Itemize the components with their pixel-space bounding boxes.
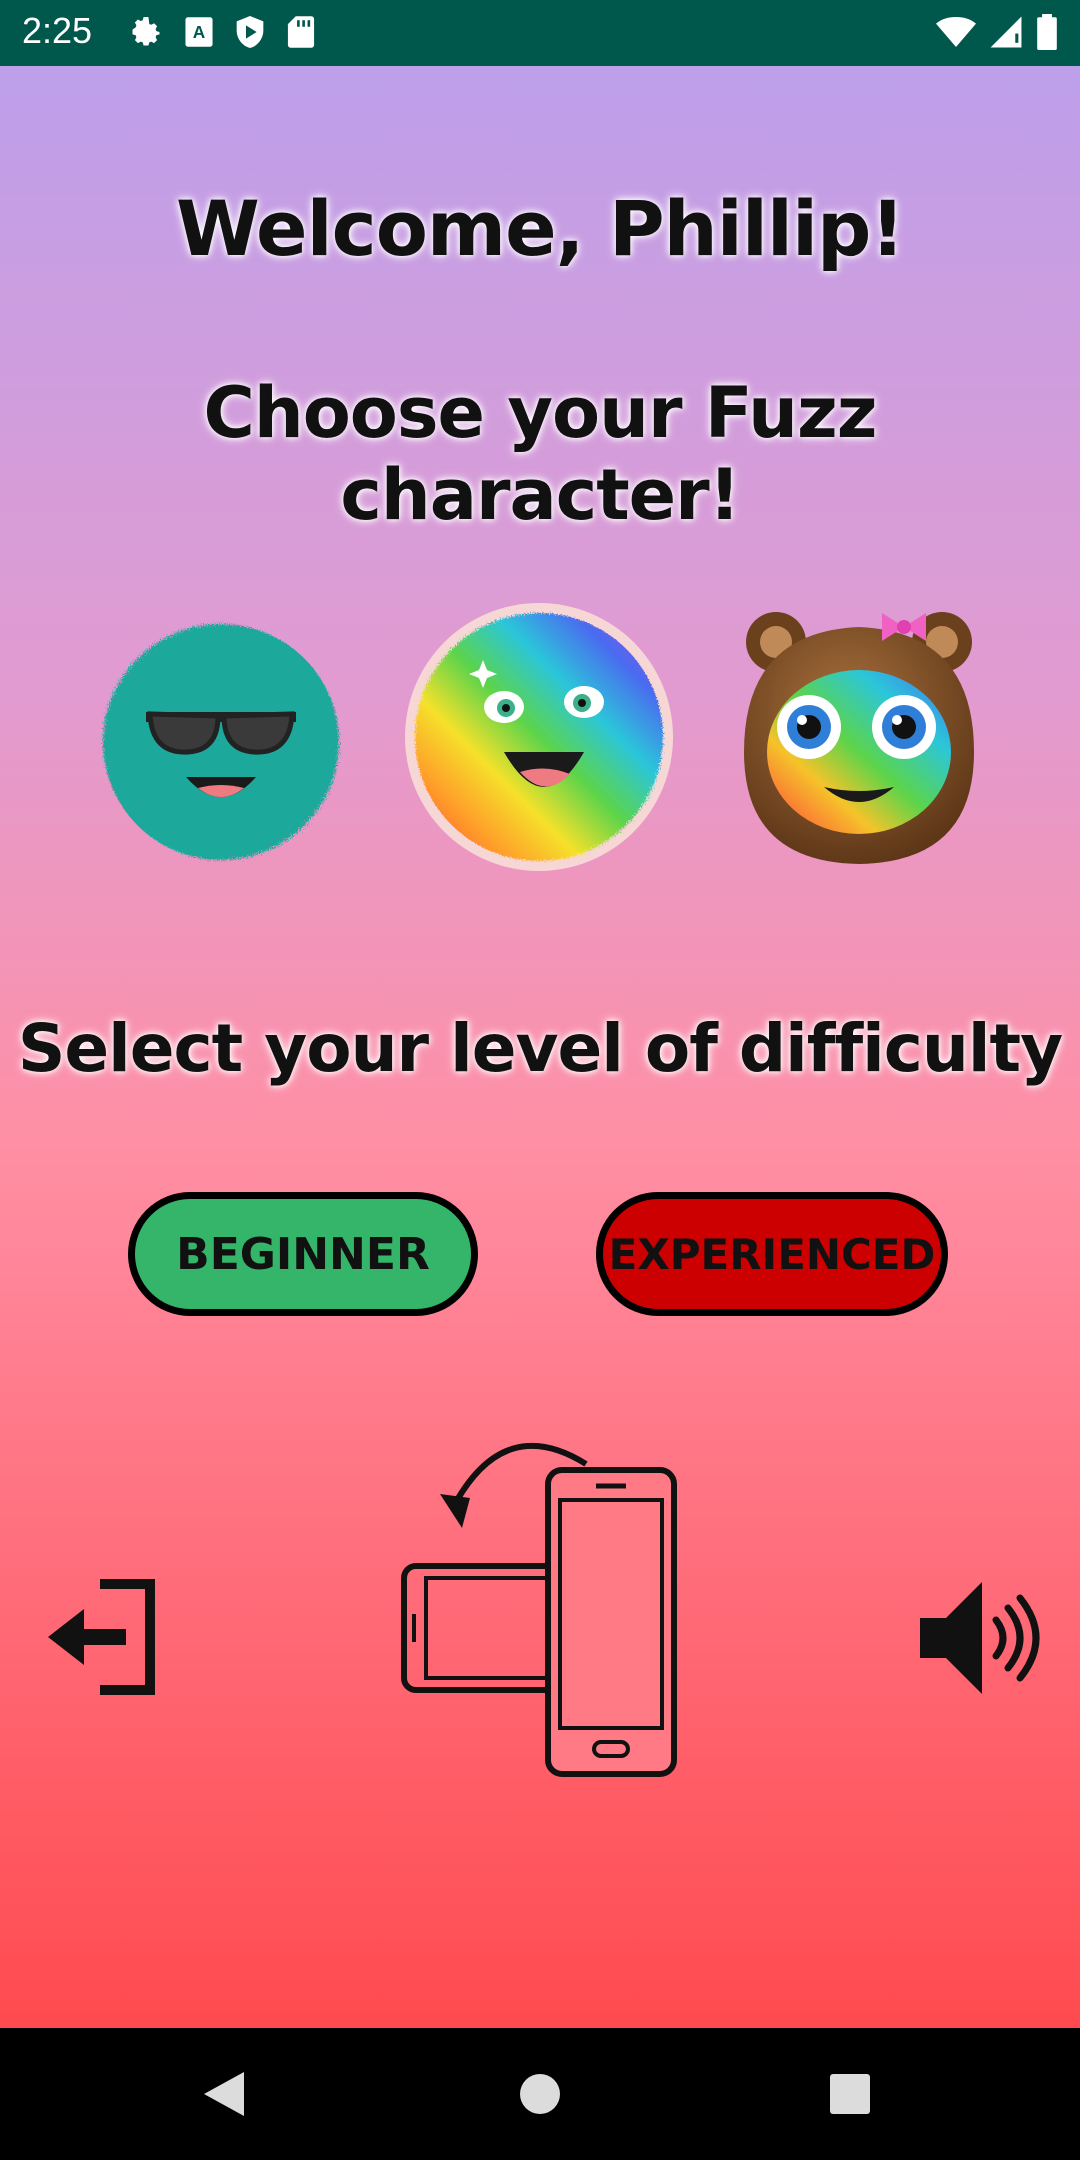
beginner-button[interactable]: BEGINNER <box>128 1192 478 1316</box>
wifi-icon <box>936 17 976 47</box>
recents-icon[interactable] <box>828 2072 872 2116</box>
character-rainbow-fuzz[interactable] <box>404 602 674 872</box>
welcome-title: Welcome, Phillip! <box>175 184 905 273</box>
cell-signal-icon <box>990 16 1022 48</box>
battery-icon <box>1037 14 1057 50</box>
home-icon[interactable] <box>518 2072 562 2116</box>
status-icons-right <box>936 14 1058 50</box>
status-icons-left: A <box>128 14 316 50</box>
character-bear-hood-fuzz[interactable] <box>724 602 994 872</box>
navigation-bar <box>0 2028 1080 2160</box>
status-bar: 2:25 A <box>0 0 1080 66</box>
volume-icon[interactable] <box>916 1576 1040 1700</box>
back-icon[interactable] <box>200 2070 246 2118</box>
logout-icon[interactable] <box>44 1578 162 1696</box>
choose-character-title: Choose your Fuzz character! <box>203 372 878 536</box>
play-protect-icon <box>236 16 264 48</box>
experienced-button[interactable]: EXPERIENCED <box>596 1192 948 1316</box>
settings-icon <box>132 17 160 46</box>
main-screen: Welcome, Phillip! Choose your Fuzz chara… <box>0 66 1080 2028</box>
a-keyboard-icon: A <box>185 17 213 47</box>
sd-card-icon <box>287 16 315 48</box>
difficulty-prompt: Select your level of difficulty <box>17 1010 1063 1087</box>
rotate-phone-icon[interactable] <box>398 1436 682 1780</box>
svg-text:A: A <box>193 22 205 42</box>
character-teal-fuzz[interactable] <box>86 602 356 872</box>
status-time: 2:25 <box>22 10 93 51</box>
